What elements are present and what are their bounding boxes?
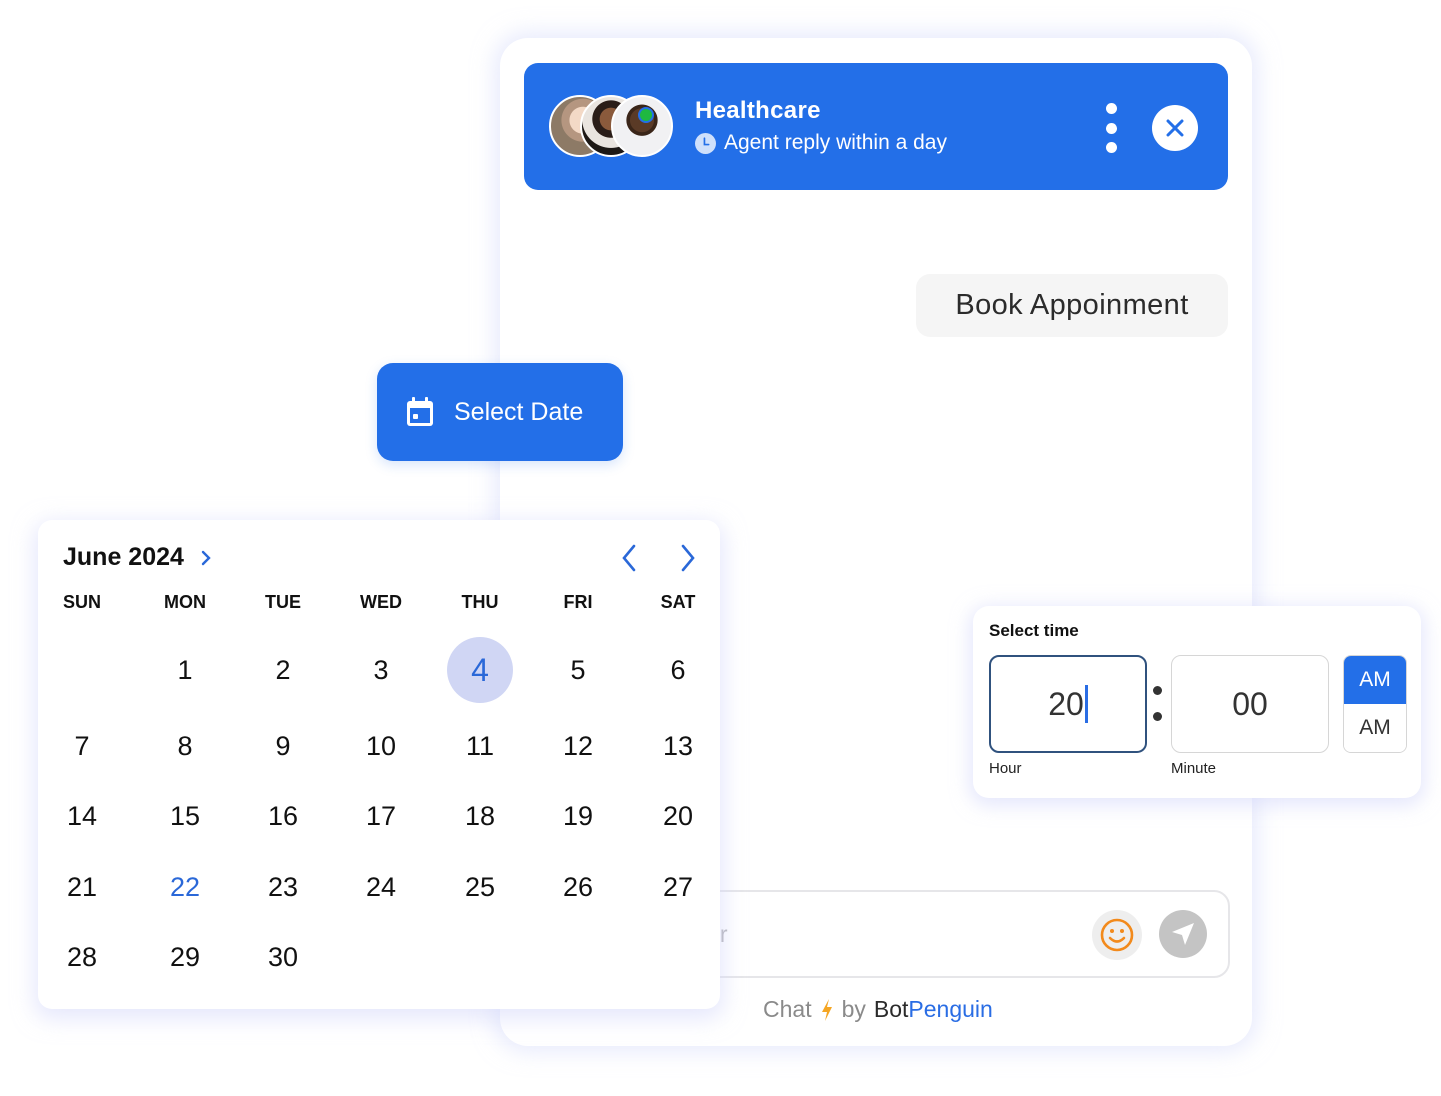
footer-by-text: by (841, 996, 866, 1022)
date-picker-calendar: June 2024 SUN MON TUE WED THU FRI SAT 12345678… (38, 520, 720, 1009)
send-button[interactable] (1159, 910, 1207, 958)
smiley-icon (1100, 918, 1134, 952)
calendar-day[interactable]: 25 (447, 854, 513, 920)
emoji-button[interactable] (1092, 910, 1142, 960)
calendar-day-selected[interactable]: 4 (447, 637, 513, 703)
calendar-day[interactable]: 13 (645, 713, 711, 779)
minute-input[interactable]: 00 (1171, 655, 1329, 753)
calendar-day[interactable]: 12 (545, 713, 611, 779)
kebab-dot (1105, 122, 1117, 134)
lightning-icon (821, 998, 832, 1021)
minute-value: 00 (1232, 685, 1268, 722)
calendar-day[interactable]: 21 (49, 854, 115, 920)
hour-label: Hour (989, 760, 1022, 777)
send-icon (1172, 923, 1194, 945)
calendar-day[interactable]: 23 (250, 854, 316, 920)
chat-title: Healthcare (695, 97, 821, 124)
calendar-day[interactable]: 5 (545, 637, 611, 703)
calendar-day[interactable]: 27 (645, 854, 711, 920)
kebab-dot (1105, 142, 1117, 153)
brand-name-part2: Penguin (908, 996, 993, 1022)
clock-icon (695, 132, 716, 154)
calendar-day[interactable]: 6 (645, 637, 711, 703)
footer-chat-text: Chat (763, 996, 812, 1022)
calendar-icon (407, 397, 433, 426)
calendar-day[interactable]: 10 (348, 713, 414, 779)
user-message-bubble: Book Appoinment (916, 274, 1228, 337)
avatar (611, 95, 673, 157)
calendar-day[interactable]: 8 (152, 713, 218, 779)
agent-avatars (549, 95, 679, 159)
time-picker-title: Select time (989, 621, 1079, 640)
kebab-dot (1105, 103, 1117, 114)
minute-label: Minute (1171, 760, 1217, 777)
online-status-dot (638, 107, 654, 123)
calendar-day[interactable]: 14 (49, 783, 115, 849)
calendar-day[interactable]: 30 (250, 924, 316, 990)
calendar-day[interactable]: 20 (645, 783, 711, 849)
period-toggle: AM AM (1343, 655, 1407, 753)
brand-name-part1: Bot (873, 996, 909, 1022)
select-date-label: Select Date (454, 397, 584, 426)
calendar-day[interactable]: 22 (152, 854, 218, 920)
calendar-day[interactable]: 3 (348, 637, 414, 703)
close-icon (1166, 119, 1184, 137)
calendar-day[interactable]: 24 (348, 854, 414, 920)
text-cursor (1084, 685, 1088, 723)
period-option[interactable]: AM (1344, 704, 1406, 752)
calendar-day[interactable]: 15 (152, 783, 218, 849)
hour-input[interactable]: 20 (989, 655, 1147, 753)
more-options-button[interactable] (1100, 103, 1122, 153)
chat-header: Healthcare Agent reply within a day (524, 63, 1228, 190)
calendar-day[interactable]: 11 (447, 713, 513, 779)
reply-time-text: Agent reply within a day (724, 131, 947, 154)
brand-link[interactable]: BotPenguin (874, 996, 993, 1023)
hour-value: 20 (1048, 685, 1084, 722)
calendar-day[interactable]: 29 (152, 924, 218, 990)
period-option-selected[interactable]: AM (1344, 656, 1406, 704)
select-date-button[interactable]: Select Date (377, 363, 623, 461)
day-grid: 1 2 3 4 5 6 7 8 9 10 11 12 13 14 15 16 17 18 19 20 21 22 23 24 2… (38, 520, 720, 1009)
calendar-day[interactable]: 19 (545, 783, 611, 849)
reply-time-note: Agent reply within a day (695, 131, 947, 155)
calendar-day[interactable]: 9 (250, 713, 316, 779)
calendar-day[interactable]: 26 (545, 854, 611, 920)
calendar-day[interactable]: 28 (49, 924, 115, 990)
time-separator (1153, 686, 1163, 722)
calendar-day[interactable]: 16 (250, 783, 316, 849)
close-button[interactable] (1152, 105, 1198, 151)
calendar-day[interactable]: 1 (152, 637, 218, 703)
time-picker: Select time 20 00 AM AM Hour Minute (973, 606, 1421, 798)
calendar-day[interactable]: 7 (49, 713, 115, 779)
calendar-day[interactable]: 2 (250, 637, 316, 703)
calendar-day[interactable]: 18 (447, 783, 513, 849)
calendar-day[interactable]: 17 (348, 783, 414, 849)
